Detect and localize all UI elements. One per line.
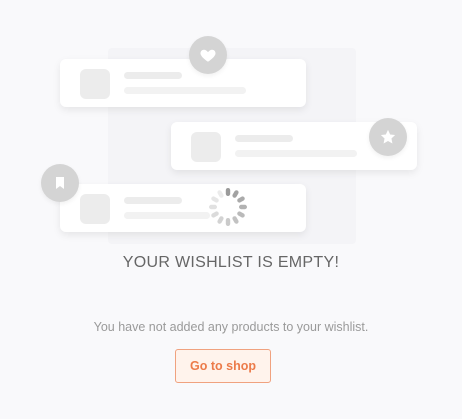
placeholder-thumbnail	[191, 132, 221, 162]
go-to-shop-button[interactable]: Go to shop	[175, 349, 271, 383]
placeholder-card-1	[60, 59, 306, 107]
bookmark-icon	[56, 177, 64, 189]
star-icon	[380, 129, 396, 144]
placeholder-thumbnail	[80, 69, 110, 99]
placeholder-thumbnail	[80, 194, 110, 224]
placeholder-card-3	[60, 184, 306, 232]
placeholder-line	[235, 135, 293, 142]
placeholder-line	[124, 197, 182, 204]
heart-icon	[200, 49, 216, 62]
placeholder-line	[124, 72, 182, 79]
placeholder-line	[124, 212, 210, 219]
heart-badge	[189, 36, 227, 74]
empty-wishlist-message: You have not added any products to your …	[93, 320, 369, 334]
star-badge	[369, 118, 407, 156]
empty-wishlist-title: YOUR WISHLIST IS EMPTY!	[122, 254, 340, 271]
placeholder-line	[235, 150, 357, 157]
bookmark-badge	[41, 164, 79, 202]
placeholder-line	[124, 87, 246, 94]
loading-spinner-icon	[209, 188, 247, 226]
